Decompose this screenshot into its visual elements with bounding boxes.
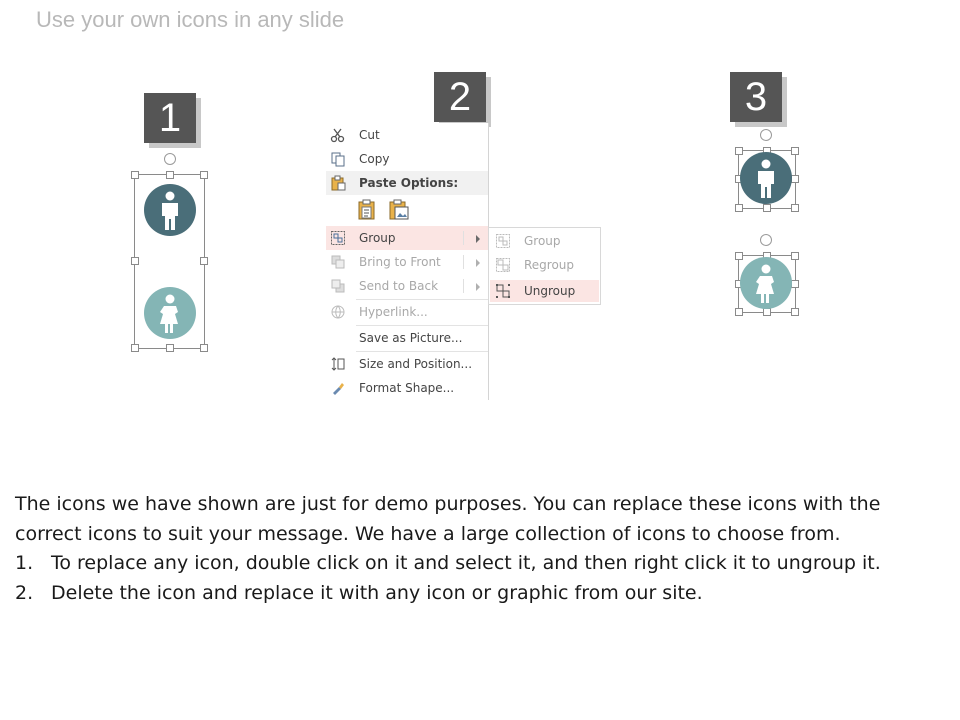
step-badge-2: 2: [434, 72, 486, 122]
step-badge-3: 3: [730, 72, 782, 122]
menu-item-format-shape[interactable]: Format Shape...: [326, 376, 488, 400]
menu-item-save-as-picture[interactable]: Save as Picture...: [326, 326, 488, 350]
rotate-handle-icon[interactable]: [760, 234, 772, 246]
size-position-icon: [330, 356, 346, 372]
send-to-back-icon: [330, 278, 346, 294]
slide-title: Use your own icons in any slide: [36, 7, 345, 32]
man-icon[interactable]: [144, 184, 196, 236]
woman-icon[interactable]: [740, 257, 792, 309]
format-shape-icon: [330, 380, 346, 396]
submenu-item-regroup[interactable]: Regroup: [490, 254, 599, 276]
submenu-item-group[interactable]: Group: [490, 230, 599, 252]
rotate-handle-icon[interactable]: [760, 129, 772, 141]
menu-item-group[interactable]: Group: [326, 226, 488, 250]
menu-item-hyperlink[interactable]: Hyperlink...: [326, 300, 488, 324]
instruction-step-2: 2. Delete the icon and replace it with a…: [15, 581, 703, 604]
context-menu: Cut Copy Paste Options: Group Bring to F…: [326, 123, 489, 400]
group-submenu: Group Regroup Ungroup: [488, 227, 601, 305]
bring-to-front-icon: [330, 254, 346, 270]
copy-icon: [330, 151, 346, 167]
paste-as-picture-icon[interactable]: [388, 199, 410, 224]
submenu-arrow-icon: [476, 235, 480, 243]
resize-handle[interactable]: [735, 204, 743, 212]
intro-paragraph: The icons we have shown are just for dem…: [15, 493, 881, 545]
resize-handle[interactable]: [763, 308, 771, 316]
resize-handle[interactable]: [131, 171, 139, 179]
menu-section-paste-options: Paste Options:: [326, 171, 488, 195]
submenu-item-ungroup[interactable]: Ungroup: [490, 280, 599, 302]
resize-handle[interactable]: [791, 308, 799, 316]
resize-handle[interactable]: [791, 175, 799, 183]
clipboard-icon: [330, 175, 346, 191]
step-badge-1: 1: [144, 93, 196, 143]
resize-handle[interactable]: [200, 171, 208, 179]
hyperlink-icon: [330, 304, 346, 320]
resize-handle[interactable]: [735, 308, 743, 316]
instructions-text: The icons we have shown are just for dem…: [15, 490, 935, 608]
resize-handle[interactable]: [791, 204, 799, 212]
rotate-handle-icon[interactable]: [164, 153, 176, 165]
group-icon: [330, 230, 346, 246]
resize-handle[interactable]: [791, 252, 799, 260]
woman-icon[interactable]: [144, 287, 196, 339]
resize-handle[interactable]: [166, 171, 174, 179]
instruction-step-1: 1. To replace any icon, double click on …: [15, 552, 881, 574]
ungroup-icon: [495, 283, 511, 299]
menu-item-bring-to-front[interactable]: Bring to Front: [326, 250, 488, 274]
resize-handle[interactable]: [200, 344, 208, 352]
resize-handle[interactable]: [166, 344, 174, 352]
menu-item-cut[interactable]: Cut: [326, 123, 488, 147]
group-icon: [495, 233, 511, 249]
menu-item-copy[interactable]: Copy: [326, 147, 488, 171]
menu-item-send-to-back[interactable]: Send to Back: [326, 274, 488, 298]
man-icon[interactable]: [740, 152, 792, 204]
scissors-icon: [330, 127, 346, 143]
submenu-arrow-icon: [476, 283, 480, 291]
resize-handle[interactable]: [131, 257, 139, 265]
resize-handle[interactable]: [131, 344, 139, 352]
resize-handle[interactable]: [791, 280, 799, 288]
resize-handle[interactable]: [791, 147, 799, 155]
menu-item-size-and-position[interactable]: Size and Position...: [326, 352, 488, 376]
resize-handle[interactable]: [200, 257, 208, 265]
submenu-arrow-icon: [476, 259, 480, 267]
resize-handle[interactable]: [763, 204, 771, 212]
regroup-icon: [495, 257, 511, 273]
paste-keep-formatting-icon[interactable]: [357, 199, 379, 224]
